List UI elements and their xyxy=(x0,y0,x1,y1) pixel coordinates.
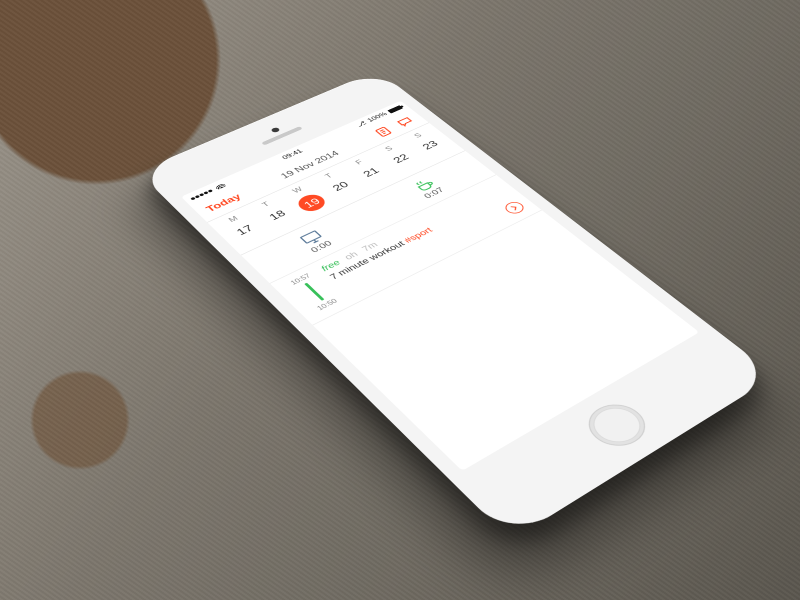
chat-icon[interactable] xyxy=(393,115,417,129)
chevron-right-icon xyxy=(509,204,520,211)
iphone-device: 09:41 ⎇ 100% Today 19 Nov 2014 xyxy=(138,70,776,540)
timeline-bar xyxy=(304,283,324,301)
entry-time-end: 10:50 xyxy=(316,298,339,312)
home-button[interactable] xyxy=(577,397,656,455)
wifi-icon xyxy=(214,182,227,190)
report-icon[interactable] xyxy=(372,124,396,138)
work-summary[interactable]: 0:00 xyxy=(296,228,334,255)
break-summary[interactable]: 0:07 xyxy=(409,175,446,200)
phone-speaker xyxy=(261,126,303,145)
